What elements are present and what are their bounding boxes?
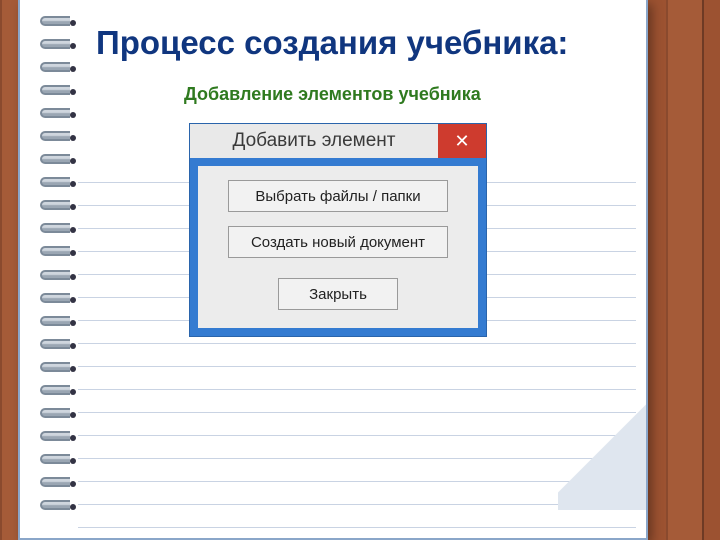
select-files-button[interactable]: Выбрать файлы / папки xyxy=(228,180,448,212)
close-icon[interactable]: ✕ xyxy=(438,124,486,158)
page-fold xyxy=(558,388,648,510)
spiral-binding xyxy=(40,10,74,530)
dialog-title: Добавить элемент xyxy=(190,124,438,158)
dialog-titlebar: Добавить элемент ✕ xyxy=(190,124,486,158)
notebook-page: Процесс создания учебника: Добавление эл… xyxy=(18,0,648,540)
page-subtitle: Добавление элементов учебника xyxy=(184,84,481,105)
dialog-body: Выбрать файлы / папки Создать новый доку… xyxy=(198,166,478,328)
page-title: Процесс создания учебника: xyxy=(96,24,568,62)
new-document-button[interactable]: Создать новый документ xyxy=(228,226,448,258)
close-button[interactable]: Закрыть xyxy=(278,278,398,310)
add-element-dialog: Добавить элемент ✕ Выбрать файлы / папки… xyxy=(190,124,486,336)
